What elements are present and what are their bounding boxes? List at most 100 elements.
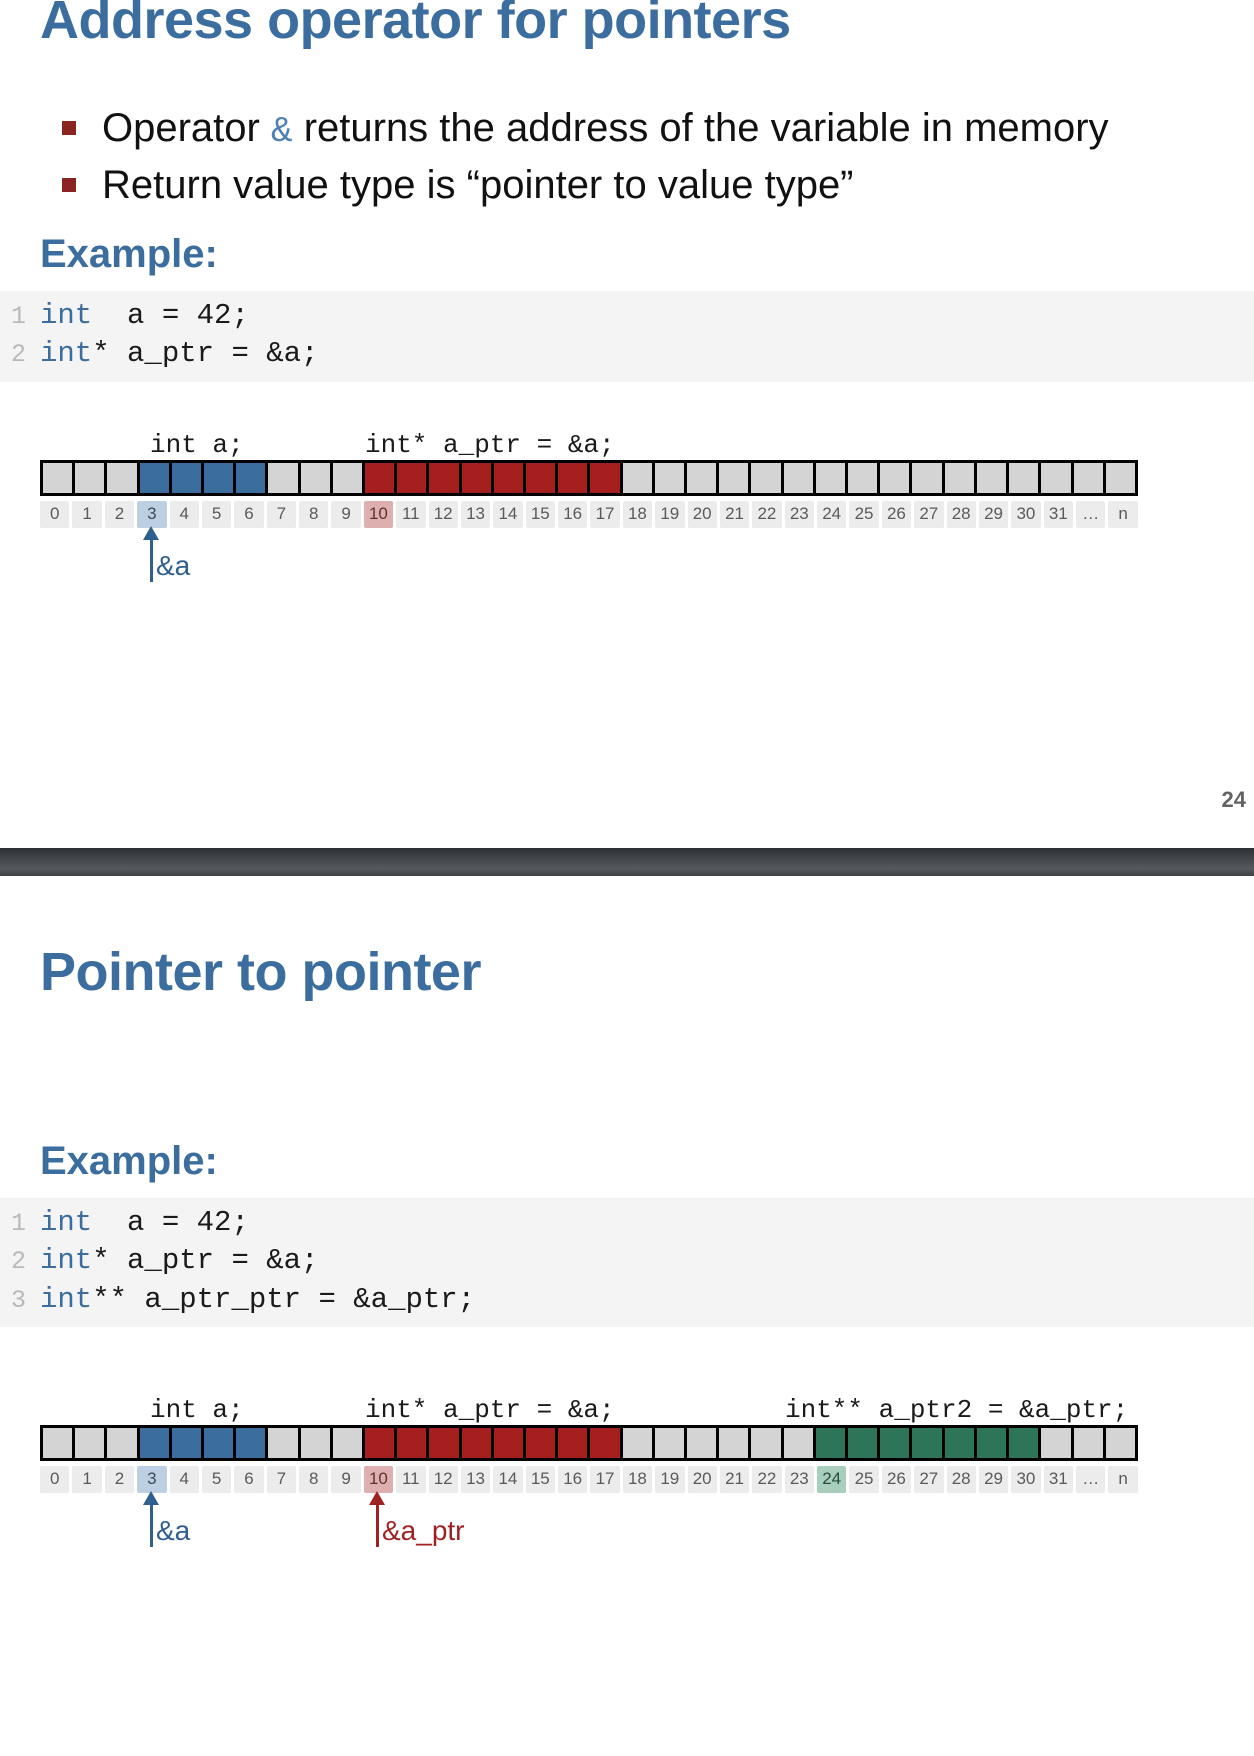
memory-cell	[300, 462, 333, 493]
code-line: 1 int a = 42;	[0, 297, 1254, 336]
memory-cell	[236, 1428, 269, 1459]
memory-index: 25	[849, 500, 879, 528]
memory-index: 13	[460, 500, 491, 528]
code-block-slide2: 1 int a = 42; 2 int * a_ptr = &a; 3 int ** a_…	[0, 1197, 1254, 1328]
memory-index: 30	[1011, 500, 1041, 528]
memory-cell	[654, 462, 688, 493]
memory-cells	[40, 1425, 1138, 1462]
memory-index: 10	[363, 500, 394, 528]
memory-index: 0	[40, 1466, 70, 1494]
memory-index: 24	[817, 500, 847, 528]
bullet-text-pre: Operator	[102, 105, 271, 150]
memory-index: 3	[137, 500, 167, 528]
memory-cell	[558, 1428, 591, 1459]
memory-cell	[783, 1428, 816, 1459]
memory-cell	[783, 462, 816, 493]
memory-cell	[912, 1428, 945, 1459]
memory-cell	[976, 1428, 1010, 1459]
memory-cell	[815, 462, 849, 493]
memory-index: 10	[363, 1466, 394, 1494]
memory-cell	[365, 1428, 398, 1459]
memory-cell	[654, 1428, 688, 1459]
arrow-label: &a	[156, 549, 191, 581]
memory-index: 30	[1011, 1466, 1041, 1494]
memory-index: 29	[978, 1466, 1009, 1494]
memory-index: 15	[525, 500, 555, 528]
memory-index: 9	[331, 500, 361, 528]
list-item: Operator & returns the address of the va…	[60, 101, 1244, 157]
memory-cell	[526, 462, 559, 493]
memory-cell	[622, 1428, 655, 1459]
memory-cell	[75, 1428, 108, 1459]
memory-pointer-arrow: &a_ptr	[369, 1491, 465, 1548]
memory-cell	[687, 462, 720, 493]
slide-divider	[0, 848, 1254, 876]
memory-label: int* a_ptr = &a;	[365, 429, 615, 460]
memory-labels: int a; int* a_ptr = &a;	[0, 424, 1254, 460]
memory-cell	[204, 1428, 237, 1459]
memory-index: 18	[622, 500, 653, 528]
memory-index: 31	[1043, 1466, 1073, 1494]
memory-cell	[1105, 1428, 1135, 1459]
example-heading: Example:	[40, 231, 218, 276]
memory-index: 23	[784, 1466, 814, 1494]
memory-index: n	[1108, 500, 1138, 528]
memory-cell	[848, 462, 881, 493]
memory-cell	[751, 1428, 784, 1459]
memory-index: 7	[266, 500, 296, 528]
page-title: Address operator for pointers	[40, 0, 791, 50]
memory-cell	[75, 462, 108, 493]
memory-cell	[1105, 462, 1135, 493]
memory-cell	[590, 462, 623, 493]
memory-index: 18	[622, 1466, 653, 1494]
memory-cell	[1009, 462, 1042, 493]
memory-cell	[493, 462, 527, 493]
code-keyword: int	[40, 337, 93, 371]
memory-cell	[815, 1428, 849, 1459]
line-number: 3	[10, 1285, 26, 1315]
memory-cell	[236, 462, 269, 493]
memory-cell	[365, 462, 398, 493]
memory-index: 26	[881, 500, 912, 528]
memory-index: 31	[1043, 500, 1073, 528]
memory-label: int** a_ptr2 = &a_ptr;	[785, 1395, 1129, 1426]
memory-index: 28	[946, 1466, 976, 1494]
code-line: 1 int a = 42;	[0, 1204, 1254, 1243]
memory-index: 7	[266, 1466, 296, 1494]
arrow-up-icon	[369, 1491, 385, 1548]
memory-cell	[912, 462, 945, 493]
memory-cell	[332, 462, 366, 493]
memory-cell	[848, 1428, 881, 1459]
memory-index: 22	[752, 500, 782, 528]
memory-cell	[880, 462, 913, 493]
memory-index: 14	[493, 500, 523, 528]
slide-pointer-to-pointer: Pointer to pointer Example: 1 int a = 42;…	[0, 944, 1254, 1756]
memory-arrows: &a &a_ptr	[40, 1491, 1138, 1559]
code-line: 2 int * a_ptr = &a;	[0, 1242, 1254, 1281]
memory-index: 17	[590, 1466, 620, 1494]
memory-cell	[429, 1428, 462, 1459]
memory-cell	[687, 1428, 720, 1459]
memory-diagram-slide1: int a; int* a_ptr = &a; 0 1 2 3 4 5 6 7 8 9 10 11 12 1…	[0, 424, 1254, 594]
memory-cell	[397, 462, 430, 493]
memory-cell	[139, 462, 172, 493]
memory-label: int a;	[150, 1395, 244, 1426]
arrow-label: &a_ptr	[382, 1515, 465, 1547]
memory-cell	[397, 1428, 430, 1459]
arrow-label: &a	[156, 1515, 191, 1547]
memory-cell	[107, 462, 140, 493]
line-number: 1	[10, 1208, 26, 1238]
memory-index: 20	[687, 500, 717, 528]
bullet-list: Operator & returns the address of the va…	[0, 101, 1254, 214]
memory-index: 16	[558, 500, 588, 528]
memory-cell	[461, 462, 494, 493]
code-text: ** a_ptr_ptr = &a_ptr;	[92, 1282, 476, 1316]
memory-cell	[944, 462, 977, 493]
memory-pointer-arrow: &a	[143, 525, 191, 582]
inline-code-ampersand: &	[270, 110, 293, 152]
memory-index: …	[1076, 500, 1106, 528]
memory-index: 19	[655, 1466, 685, 1494]
bullet-text-post: returns the address of the variable in m…	[292, 105, 1109, 150]
memory-index: 2	[104, 500, 135, 528]
memory-index: 3	[137, 1466, 167, 1494]
